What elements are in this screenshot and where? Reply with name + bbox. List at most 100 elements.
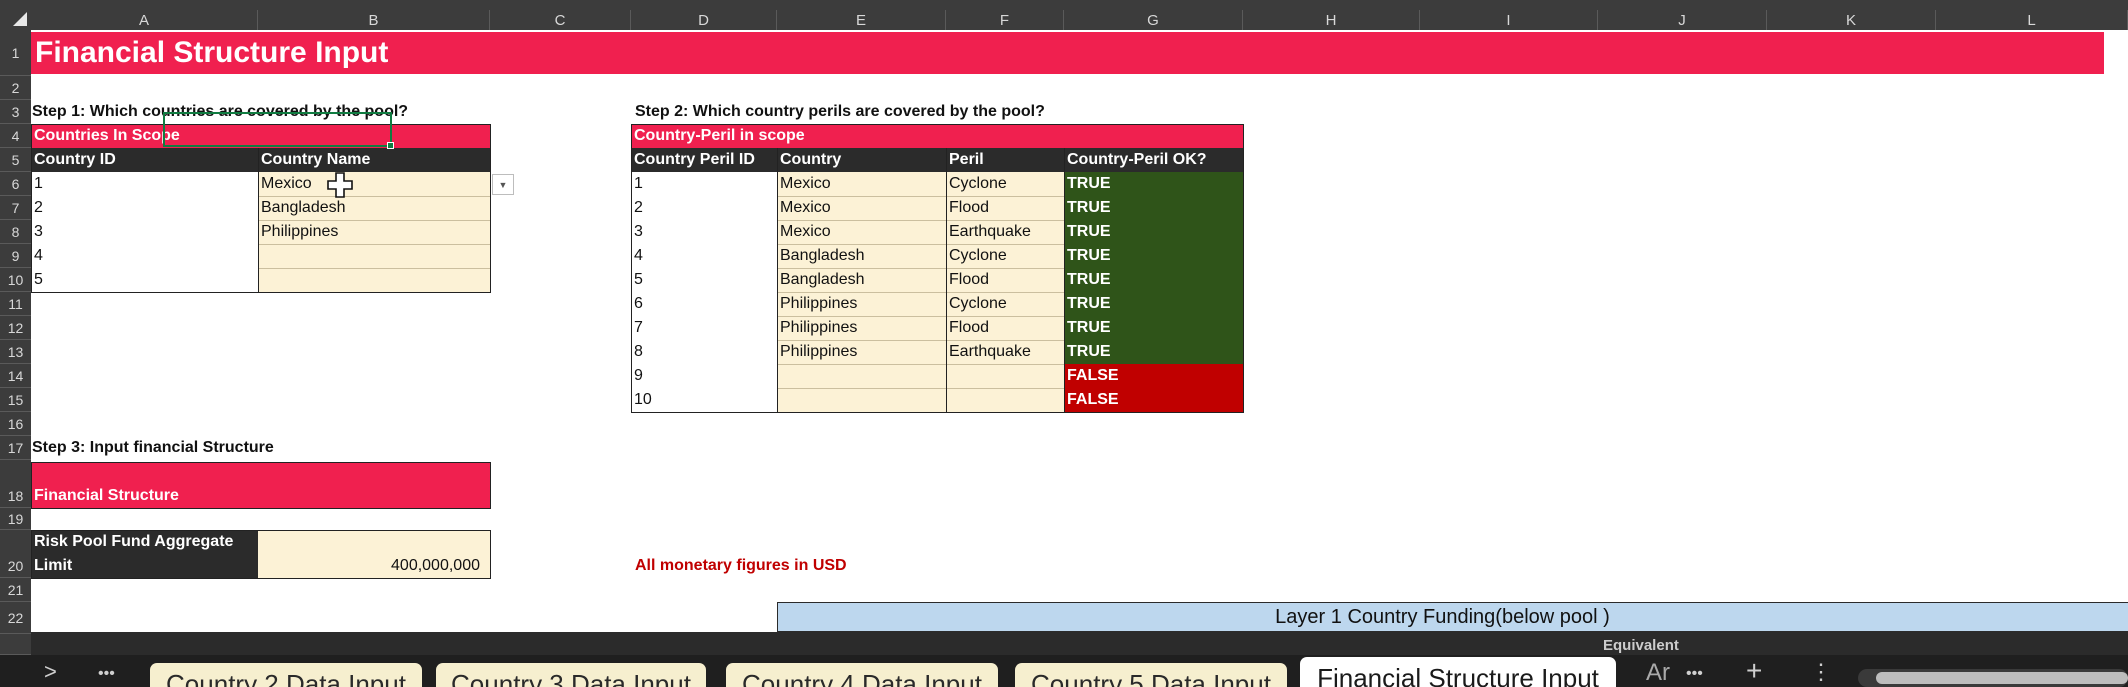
step2-peril-cell[interactable]: Cyclone <box>946 244 1007 268</box>
step2-peril-cell[interactable]: Flood <box>946 316 989 340</box>
page-title[interactable]: Financial Structure Input <box>32 32 388 74</box>
step2-country-cell[interactable] <box>777 364 780 388</box>
step3-heading[interactable]: Step 3: Input financial Structure <box>29 436 274 460</box>
row-header-11[interactable]: 11 <box>0 292 31 316</box>
col-header-g[interactable]: G <box>1064 10 1243 30</box>
step2-id-cell[interactable]: 10 <box>631 388 652 412</box>
tab-financial-structure-input[interactable]: Financial Structure Input <box>1300 657 1616 687</box>
dropdown-arrow-icon[interactable]: ▼ <box>492 174 514 195</box>
options-icon[interactable]: ⋮ <box>1810 659 1832 685</box>
step2-peril-cell[interactable]: Flood <box>946 196 989 220</box>
aggregate-limit-input[interactable]: 400,000,000 <box>258 554 488 578</box>
step2-id-cell[interactable]: 3 <box>631 220 643 244</box>
tab-truncated[interactable]: Ar <box>1646 659 1670 687</box>
row-header-3[interactable]: 3 <box>0 100 31 124</box>
row-header-2[interactable]: 2 <box>0 76 31 100</box>
step2-ok-cell[interactable]: FALSE <box>1064 388 1119 412</box>
col-header-l[interactable]: L <box>1936 10 2128 30</box>
step2-country-cell[interactable] <box>777 388 780 412</box>
step2-ok-cell[interactable]: TRUE <box>1064 196 1111 220</box>
step2-country-cell[interactable]: Bangladesh <box>777 244 865 268</box>
row-header-5[interactable]: 5 <box>0 148 31 172</box>
horizontal-scrollbar[interactable] <box>1858 669 2128 687</box>
step1-header-id[interactable]: Country ID <box>31 148 116 172</box>
step2-country-cell[interactable]: Philippines <box>777 316 857 340</box>
col-header-i[interactable]: I <box>1420 10 1598 30</box>
ellipsis-icon[interactable]: ••• <box>98 665 115 683</box>
step2-heading[interactable]: Step 2: Which country perils are covered… <box>632 100 1045 124</box>
row-header-21[interactable]: 21 <box>0 578 31 602</box>
step2-country-cell[interactable]: Mexico <box>777 196 831 220</box>
step2-header-id[interactable]: Country Peril ID <box>631 148 755 172</box>
tab-country-3-data-input[interactable]: Country 3 Data Input <box>436 663 706 687</box>
step3-label-line2[interactable]: Limit <box>31 554 72 578</box>
step3-label-line1[interactable]: Risk Pool Fund Aggregate <box>31 530 233 554</box>
step2-country-cell[interactable]: Philippines <box>777 292 857 316</box>
step1-id-cell[interactable]: 2 <box>31 196 43 220</box>
step1-name-cell[interactable]: Bangladesh <box>258 196 346 220</box>
step1-id-cell[interactable]: 3 <box>31 220 43 244</box>
scrollbar-thumb[interactable] <box>1876 672 2128 684</box>
step2-header-ok[interactable]: Country-Peril OK? <box>1064 148 1207 172</box>
fill-handle[interactable] <box>387 142 394 149</box>
col-header-j[interactable]: J <box>1598 10 1767 30</box>
row-header-14[interactable]: 14 <box>0 364 31 388</box>
step2-ok-cell[interactable]: TRUE <box>1064 220 1111 244</box>
layer1-header[interactable]: Layer 1 Country Funding(below pool ) <box>777 602 2105 632</box>
step2-id-cell[interactable]: 8 <box>631 340 643 364</box>
spreadsheet-grid[interactable]: A B C D E F G H I J K L 1 2 3 4 5 6 7 8 … <box>0 0 2128 687</box>
col-header-h[interactable]: H <box>1243 10 1420 30</box>
step1-id-cell[interactable]: 4 <box>31 244 43 268</box>
step3-table-title[interactable]: Financial Structure <box>31 484 179 508</box>
step2-id-cell[interactable]: 1 <box>631 172 643 196</box>
step2-id-cell[interactable]: 5 <box>631 268 643 292</box>
step2-table-title[interactable]: Country-Peril in scope <box>631 124 805 148</box>
tab-country-2-data-input[interactable]: Country 2 Data Input <box>150 663 422 687</box>
col-header-c[interactable]: C <box>490 10 631 30</box>
row-header-6[interactable]: 6 <box>0 172 31 196</box>
step1-name-cell[interactable] <box>258 244 261 268</box>
row-header-9[interactable]: 9 <box>0 244 31 268</box>
row-header-19[interactable]: 19 <box>0 508 31 530</box>
col-header-k[interactable]: K <box>1767 10 1936 30</box>
row-header-1[interactable]: 1 <box>0 30 31 76</box>
step2-peril-cell[interactable]: Cyclone <box>946 172 1007 196</box>
step2-id-cell[interactable]: 6 <box>631 292 643 316</box>
row-header-7[interactable]: 7 <box>0 196 31 220</box>
row-header-10[interactable]: 10 <box>0 268 31 292</box>
step2-peril-cell[interactable] <box>946 364 949 388</box>
col-header-b[interactable]: B <box>258 10 490 30</box>
step2-header-peril[interactable]: Peril <box>946 148 984 172</box>
step1-name-cell[interactable]: Mexico <box>258 172 312 196</box>
step2-header-country[interactable]: Country <box>777 148 841 172</box>
tab-country-5-data-input[interactable]: Country 5 Data Input <box>1015 663 1287 687</box>
step2-ok-cell[interactable]: TRUE <box>1064 292 1111 316</box>
step1-name-cell[interactable] <box>258 268 261 292</box>
currency-note[interactable]: All monetary figures in USD <box>632 554 847 578</box>
row-header-18[interactable]: 18 <box>0 460 31 508</box>
step2-ok-cell[interactable]: TRUE <box>1064 172 1111 196</box>
step2-country-cell[interactable]: Mexico <box>777 220 831 244</box>
row-header-20[interactable]: 20 <box>0 530 31 578</box>
row-header-22[interactable]: 22 <box>0 602 31 634</box>
row-header-12[interactable]: 12 <box>0 316 31 340</box>
chevron-right-icon[interactable]: > <box>44 659 57 685</box>
row-header-8[interactable]: 8 <box>0 220 31 244</box>
step1-header-name[interactable]: Country Name <box>258 148 370 172</box>
ellipsis-icon[interactable]: ••• <box>1686 665 1703 683</box>
step1-table-title[interactable]: Countries In Scope <box>31 124 180 148</box>
row-header-15[interactable]: 15 <box>0 388 31 412</box>
step1-name-cell[interactable]: Philippines <box>258 220 338 244</box>
step2-country-cell[interactable]: Bangladesh <box>777 268 865 292</box>
col-header-a[interactable]: A <box>31 10 258 30</box>
step2-id-cell[interactable]: 9 <box>631 364 643 388</box>
step2-ok-cell[interactable]: TRUE <box>1064 340 1111 364</box>
row-header-16[interactable]: 16 <box>0 412 31 436</box>
row-header-4[interactable]: 4 <box>0 124 31 148</box>
step2-peril-cell[interactable] <box>946 388 949 412</box>
step2-peril-cell[interactable]: Cyclone <box>946 292 1007 316</box>
step2-ok-cell[interactable]: FALSE <box>1064 364 1119 388</box>
step2-peril-cell[interactable]: Flood <box>946 268 989 292</box>
step2-ok-cell[interactable]: TRUE <box>1064 316 1111 340</box>
row-header-13[interactable]: 13 <box>0 340 31 364</box>
